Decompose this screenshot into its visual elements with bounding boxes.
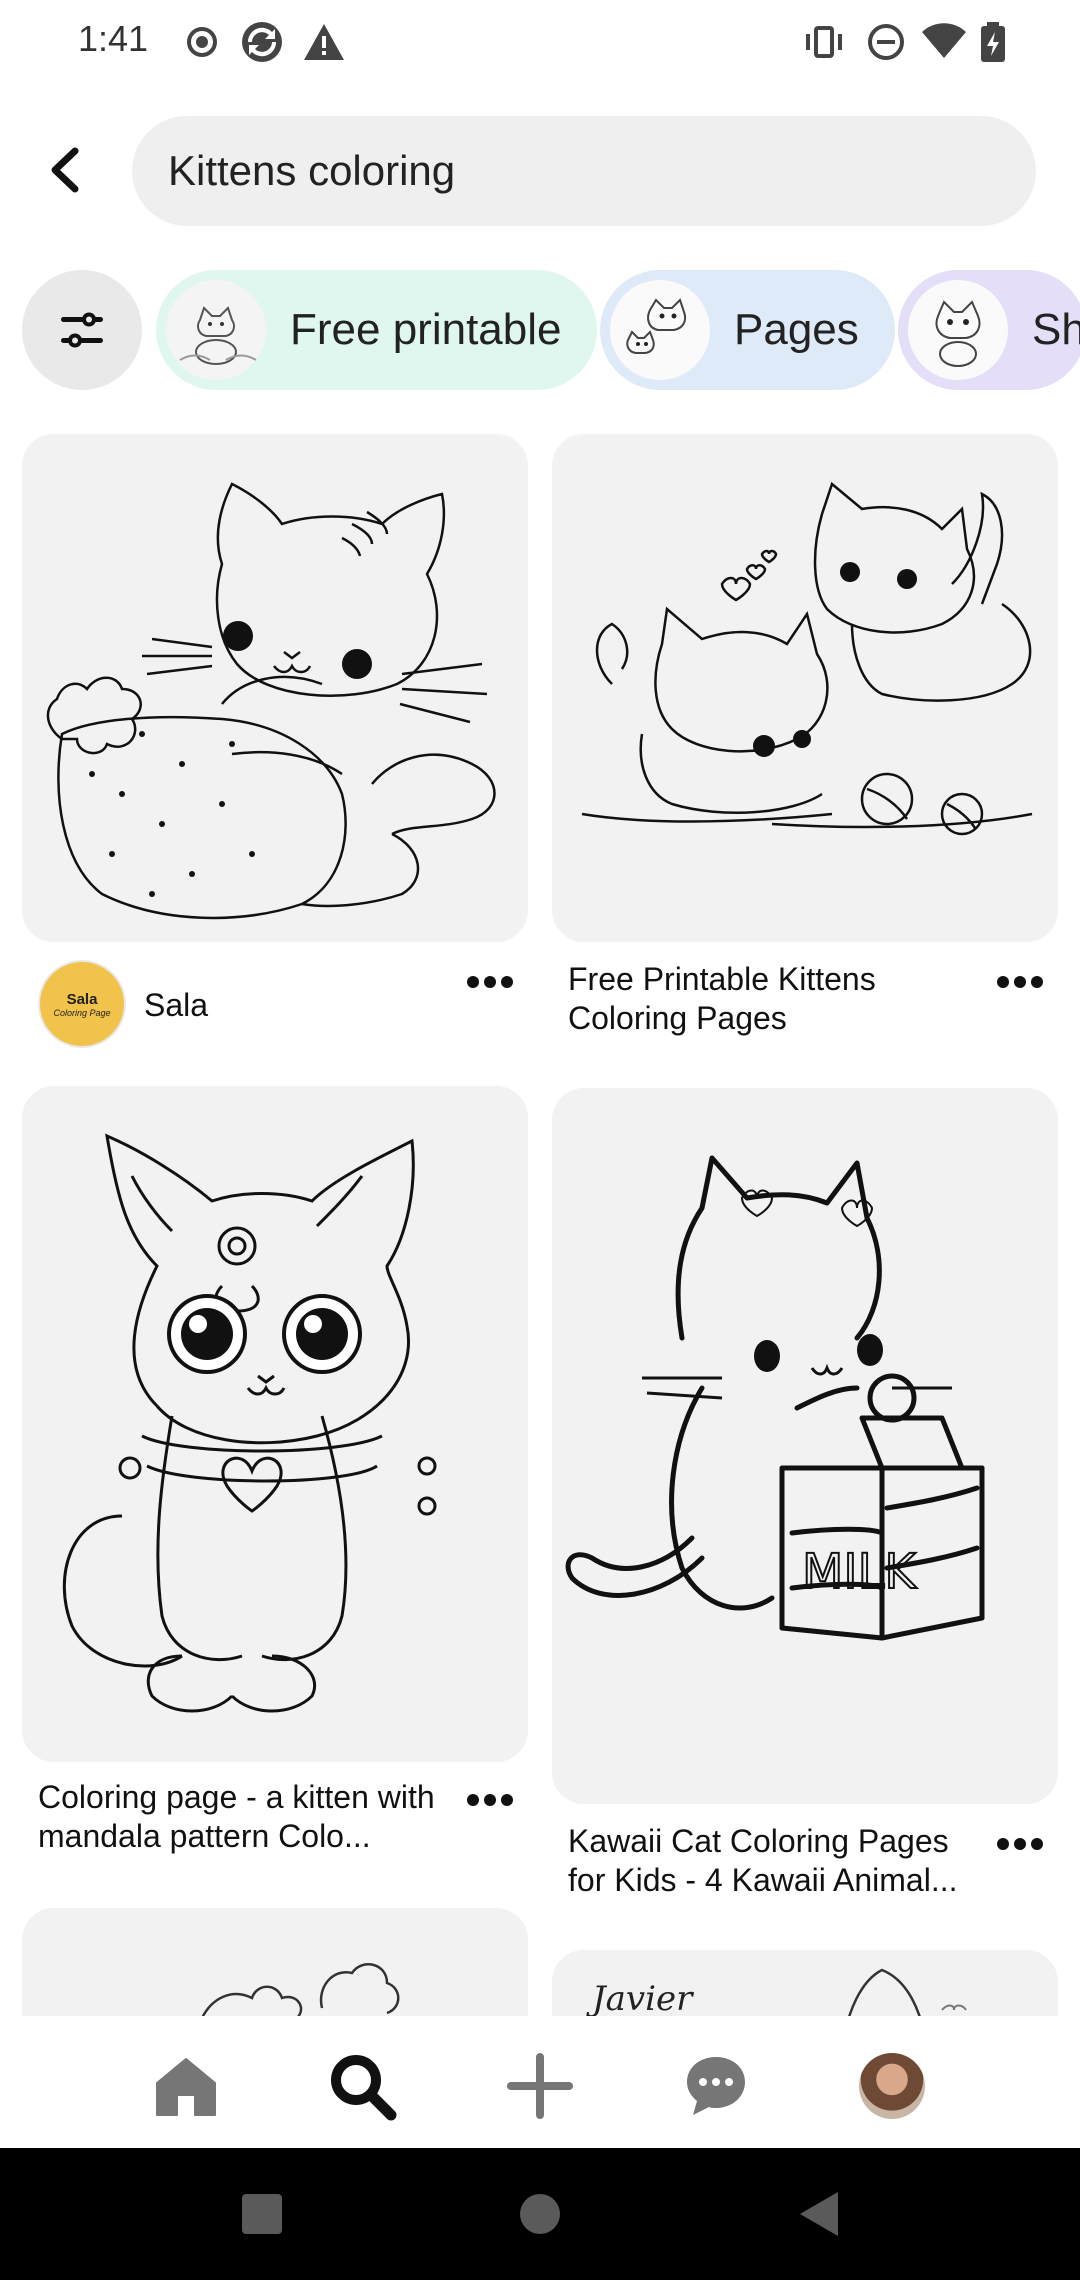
chip-pages[interactable]: Pages (600, 270, 895, 390)
home-system-button[interactable] (510, 2184, 570, 2244)
warning-icon (302, 20, 346, 64)
nav-home[interactable] (146, 2046, 226, 2126)
battery-charging-icon (978, 20, 1022, 64)
pin-image-mandala-kitten[interactable] (22, 1086, 528, 1762)
chip-free-printable[interactable]: Free printable (156, 270, 598, 390)
more-options-button[interactable] (460, 962, 520, 1002)
do-not-disturb-icon (864, 20, 908, 64)
pin-image-two-kittens[interactable] (552, 434, 1058, 942)
search-input[interactable]: Kittens coloring (132, 116, 1036, 226)
more-dots-icon (467, 976, 513, 988)
square-icon (242, 2194, 282, 2234)
triangle-back-icon (800, 2192, 838, 2236)
home-icon (156, 2058, 216, 2116)
back-system-button[interactable] (790, 2184, 850, 2244)
pin-title[interactable]: Kawaii Cat Coloring Pages for Kids - 4 K… (568, 1822, 988, 1900)
chip-thumbnail (908, 280, 1008, 380)
search-query: Kittens coloring (168, 147, 456, 194)
chip-label: Sh (1032, 305, 1080, 354)
nav-messages[interactable] (676, 2046, 756, 2126)
plus-icon (507, 2053, 573, 2119)
more-dots-icon (997, 976, 1043, 988)
pin-image-strawberry-kitten[interactable] (22, 434, 528, 942)
system-navigation-bar (0, 2148, 1080, 2280)
bottom-navigation (0, 2016, 1080, 2148)
more-dots-icon (467, 1794, 513, 1806)
filter-button[interactable] (22, 270, 142, 390)
record-icon (180, 20, 224, 64)
sync-icon (240, 20, 284, 64)
search-icon (331, 2055, 397, 2121)
nav-search[interactable] (322, 2046, 402, 2126)
vibrate-icon (802, 20, 846, 64)
svg-text:MILK: MILK (802, 1544, 917, 1600)
chip-sh[interactable]: Sh (898, 270, 1080, 390)
profile-avatar (859, 2053, 925, 2119)
status-time: 1:41 (78, 18, 149, 59)
chip-label: Pages (734, 305, 859, 354)
more-options-button[interactable] (460, 1780, 520, 1820)
pin-title[interactable]: Coloring page - a kitten with mandala pa… (38, 1778, 468, 1856)
status-bar: 1:41 (0, 0, 1080, 88)
chip-label: Free printable (290, 305, 562, 354)
creator-name[interactable]: Sala (144, 986, 208, 1025)
more-dots-icon (997, 1838, 1043, 1850)
nav-profile[interactable] (852, 2046, 932, 2126)
chat-bubble-icon (687, 2057, 745, 2115)
recents-button[interactable] (232, 2184, 292, 2244)
more-options-button[interactable] (990, 962, 1050, 1002)
nav-create[interactable] (500, 2046, 580, 2126)
back-button[interactable] (30, 130, 100, 210)
more-options-button[interactable] (990, 1824, 1050, 1864)
creator-avatar[interactable]: Sala Coloring Page (38, 960, 126, 1048)
pin-image-kawaii-cat-milk[interactable]: MILK (552, 1088, 1058, 1804)
pin-title[interactable]: Free Printable Kittens Coloring Pages (568, 960, 968, 1038)
circle-icon (520, 2194, 560, 2234)
partial-pin-watermark: Javier (586, 1979, 694, 2019)
chip-row: Free printable Pages Sh (0, 268, 1080, 392)
chevron-left-icon (51, 147, 79, 193)
chip-thumbnail (166, 280, 266, 380)
wifi-icon (920, 20, 966, 64)
filter-sliders-icon (61, 312, 103, 348)
chip-thumbnail (610, 280, 710, 380)
